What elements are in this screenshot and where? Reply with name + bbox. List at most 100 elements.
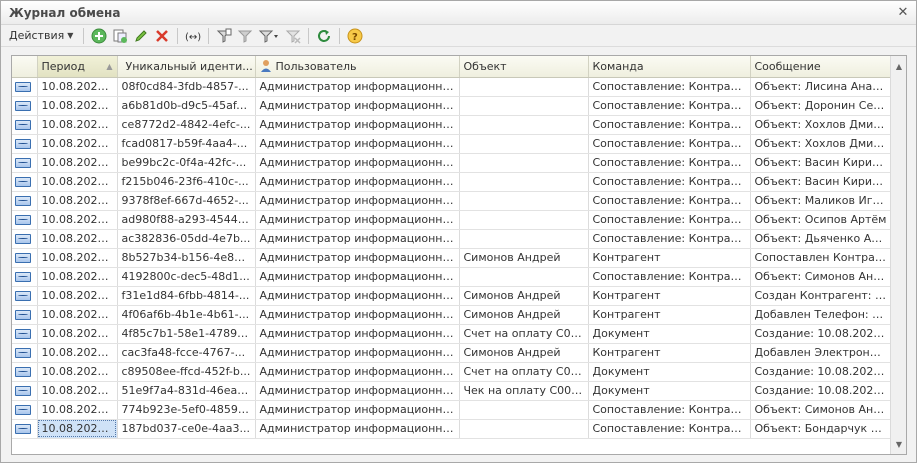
actions-menu[interactable]: Действия ▼: [5, 29, 77, 42]
cell-user[interactable]: Администратор информационной ба...: [255, 77, 460, 97]
cell-period[interactable]: 10.08.2022 1...: [37, 362, 118, 382]
table-row[interactable]: 10.08.2022 1...774b923e-5ef0-4859-...Адм…: [12, 400, 893, 420]
filter-history-button[interactable]: [257, 27, 281, 45]
cell-period[interactable]: 10.08.2022 1...: [37, 191, 118, 211]
table-row[interactable]: 10.08.2022 1...ce8772d2-4842-4efc-...Адм…: [12, 115, 893, 135]
table-row[interactable]: 10.08.2022 1...ac382836-05dd-4e7b...Адми…: [12, 229, 893, 249]
cell-id[interactable]: 187bd037-ce0e-4aa3...: [117, 419, 256, 439]
cell-period[interactable]: 10.08.2022 1...: [37, 134, 118, 154]
cell-object[interactable]: [459, 229, 589, 249]
cell-user[interactable]: Администратор информационной ба...: [255, 115, 460, 135]
table-row[interactable]: 10.08.2022 1...a6b81d0b-d9c5-45af-...Адм…: [12, 96, 893, 116]
cell-object[interactable]: [459, 172, 589, 192]
cell-object[interactable]: [459, 96, 589, 116]
cell-user[interactable]: Администратор информационной ба...: [255, 248, 460, 268]
cell-user[interactable]: Администратор информационной ба...: [255, 286, 460, 306]
cell-message[interactable]: Объект: Осипов Артём: [750, 210, 893, 230]
cell-period[interactable]: 10.08.2022 1...: [37, 324, 118, 344]
cell-object[interactable]: Симонов Андрей: [459, 343, 589, 363]
cell-object[interactable]: Счет на оплату С0000...: [459, 324, 589, 344]
cell-command[interactable]: Контрагент: [588, 343, 751, 363]
cell-message[interactable]: Объект: Дьяченко Анат...: [750, 229, 893, 249]
cell-id[interactable]: f31e1d84-6fbb-4814-...: [117, 286, 256, 306]
edit-button[interactable]: [132, 27, 150, 45]
cell-period[interactable]: 10.08.2022 1...: [37, 77, 118, 97]
col-period-header[interactable]: Период ▲: [37, 56, 118, 78]
cell-object[interactable]: Чек на оплату С00000...: [459, 381, 589, 401]
close-icon[interactable]: ✕: [896, 5, 910, 20]
cell-object[interactable]: [459, 134, 589, 154]
cell-command[interactable]: Контрагент: [588, 286, 751, 306]
cell-id[interactable]: 4192800c-dec5-48d1...: [117, 267, 256, 287]
cell-message[interactable]: Объект: Васин Кирилл...: [750, 172, 893, 192]
cell-message[interactable]: Объект: Хохлов Дмитр...: [750, 115, 893, 135]
cell-message[interactable]: Создан Контрагент: 867...: [750, 286, 893, 306]
cell-command[interactable]: Контрагент: [588, 248, 751, 268]
cell-message[interactable]: Объект: Лисина Анаста...: [750, 77, 893, 97]
cell-period[interactable]: 10.08.2022 1...: [37, 286, 118, 306]
cell-message[interactable]: Объект: Васин Кирилл...: [750, 153, 893, 173]
cell-command[interactable]: Сопоставление: Контрагент...: [588, 134, 751, 154]
cell-object[interactable]: Симонов Андрей: [459, 248, 589, 268]
table-row[interactable]: 10.08.2022 1...ad980f88-a293-4544-...Адм…: [12, 210, 893, 230]
cell-period[interactable]: 10.08.2022 1...: [37, 172, 118, 192]
cell-command[interactable]: Сопоставление: Контрагент...: [588, 210, 751, 230]
col-message-header[interactable]: Сообщение: [750, 56, 893, 78]
col-command-header[interactable]: Команда: [588, 56, 751, 78]
cell-message[interactable]: Объект: Хохлов Дмитр...: [750, 134, 893, 154]
cell-object[interactable]: [459, 400, 589, 420]
table-row[interactable]: 10.08.2022 1...4192800c-dec5-48d1...Адми…: [12, 267, 893, 287]
cell-object[interactable]: [459, 267, 589, 287]
col-icon-header[interactable]: [12, 56, 38, 78]
cell-command[interactable]: Сопоставление: Контрагент...: [588, 77, 751, 97]
cell-command[interactable]: Сопоставление: Контрагент...: [588, 115, 751, 135]
table-row[interactable]: 10.08.2022 1...cac3fa48-fcce-4767-...Адм…: [12, 343, 893, 363]
cell-command[interactable]: Сопоставление: Контрагент...: [588, 229, 751, 249]
cell-message[interactable]: Создание: 10.08.2022 1...: [750, 362, 893, 382]
cell-message[interactable]: Объект: Доронин Серге...: [750, 96, 893, 116]
copy-button[interactable]: [111, 27, 129, 45]
cell-user[interactable]: Администратор информационной ба...: [255, 305, 460, 325]
filter-by-value-button[interactable]: [236, 27, 254, 45]
add-button[interactable]: [90, 27, 108, 45]
cell-period[interactable]: 10.08.2022 1...: [37, 400, 118, 420]
cell-message[interactable]: Сопоставлен Контрагент...: [750, 248, 893, 268]
table-row[interactable]: 10.08.2022 1...fcad0817-b59f-4aa4-...Адм…: [12, 134, 893, 154]
cell-id[interactable]: a6b81d0b-d9c5-45af-...: [117, 96, 256, 116]
table-row[interactable]: 10.08.2022 1...c89508ee-ffcd-452f-b...Ад…: [12, 362, 893, 382]
cell-period[interactable]: 10.08.2022 1...: [37, 96, 118, 116]
cell-user[interactable]: Администратор информационной ба...: [255, 153, 460, 173]
scroll-down-icon[interactable]: ▼: [891, 436, 906, 452]
cell-period[interactable]: 10.08.2022 1...: [37, 115, 118, 135]
cell-user[interactable]: Администратор информационной ба...: [255, 134, 460, 154]
cell-command[interactable]: Сопоставление: Контрагент...: [588, 419, 751, 439]
cell-id[interactable]: 8b527b34-b156-4e82...: [117, 248, 256, 268]
cell-id[interactable]: 9378f8ef-667d-4652-...: [117, 191, 256, 211]
cell-user[interactable]: Администратор информационной ба...: [255, 400, 460, 420]
cell-id[interactable]: 08f0cd84-3fdb-4857-...: [117, 77, 256, 97]
cell-id[interactable]: 774b923e-5ef0-4859-...: [117, 400, 256, 420]
cell-command[interactable]: Сопоставление: Контрагент...: [588, 96, 751, 116]
cell-id[interactable]: 4f85c7b1-58e1-4789-...: [117, 324, 256, 344]
cell-user[interactable]: Администратор информационной ба...: [255, 191, 460, 211]
cell-command[interactable]: Сопоставление: Контрагент...: [588, 267, 751, 287]
cell-user[interactable]: Администратор информационной ба...: [255, 96, 460, 116]
cell-object[interactable]: [459, 419, 589, 439]
cell-command[interactable]: Сопоставление: Контрагент...: [588, 400, 751, 420]
cell-id[interactable]: f215b046-23f6-410c-...: [117, 172, 256, 192]
cell-user[interactable]: Администратор информационной ба...: [255, 381, 460, 401]
table-row[interactable]: 10.08.2022 1...187bd037-ce0e-4aa3...Адми…: [12, 419, 893, 439]
cell-object[interactable]: [459, 191, 589, 211]
cell-period[interactable]: 10.08.2022 1...: [37, 248, 118, 268]
cell-command[interactable]: Документ: [588, 381, 751, 401]
clear-filter-button[interactable]: [284, 27, 302, 45]
scroll-up-icon[interactable]: ▲: [891, 58, 906, 74]
cell-user[interactable]: Администратор информационной ба...: [255, 362, 460, 382]
cell-id[interactable]: c89508ee-ffcd-452f-b...: [117, 362, 256, 382]
cell-id[interactable]: fcad0817-b59f-4aa4-...: [117, 134, 256, 154]
cell-user[interactable]: Администратор информационной ба...: [255, 172, 460, 192]
cell-command[interactable]: Сопоставление: Контрагент...: [588, 153, 751, 173]
cell-command[interactable]: Контрагент: [588, 305, 751, 325]
cell-command[interactable]: Документ: [588, 324, 751, 344]
cell-message[interactable]: Объект: Маликов Игорь: [750, 191, 893, 211]
